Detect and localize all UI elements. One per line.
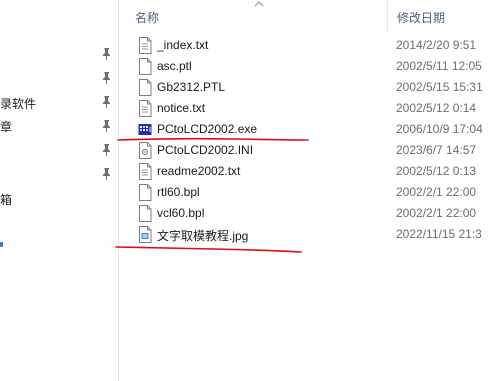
file-name: Gb2312.PTL <box>157 80 226 94</box>
file-row[interactable]: 文字取模教程.jpg 2022/11/15 21:3 <box>119 224 489 245</box>
file-row[interactable]: Gb2312.PTL 2002/5/15 15:31 <box>119 77 489 98</box>
file-name: PCtoLCD2002.INI <box>157 143 254 157</box>
file-name: rtl60.bpl <box>157 185 200 199</box>
column-header-date[interactable]: 修改日期 <box>397 9 445 26</box>
file-name: readme2002.txt <box>157 164 241 178</box>
nav-indicator <box>0 242 3 247</box>
nav-item-label[interactable]: 箱 <box>0 191 12 208</box>
file-date: 2002/2/1 22:00 <box>396 185 477 199</box>
file-row[interactable]: notice.txt 2002/5/12 0:14 <box>119 98 489 119</box>
file-row[interactable]: PCtoLCD2002.exe 2006/10/9 17:04 <box>119 119 489 140</box>
settings-file-icon <box>139 142 152 159</box>
pin-icon[interactable] <box>101 95 113 109</box>
file-date: 2002/5/12 0:14 <box>396 101 477 115</box>
generic-file-icon <box>139 79 152 96</box>
text-file-icon <box>139 37 152 54</box>
generic-file-icon <box>139 205 152 222</box>
text-file-icon <box>139 100 152 117</box>
file-row[interactable]: readme2002.txt 2002/5/12 0:13 <box>119 161 489 182</box>
generic-file-icon <box>139 58 152 75</box>
file-name: _index.txt <box>157 38 209 52</box>
file-row[interactable]: asc.ptl 2002/5/11 12:05 <box>119 56 489 77</box>
pin-icon[interactable] <box>101 119 113 133</box>
column-header-name[interactable]: 名称 <box>135 9 159 26</box>
app-exe-icon <box>138 124 152 135</box>
pin-icon[interactable] <box>101 167 113 181</box>
navigation-pane: 录软件 章 箱 <box>0 0 119 381</box>
image-file-icon <box>139 226 152 243</box>
text-file-icon <box>139 163 152 180</box>
nav-item-label[interactable]: 章 <box>0 118 12 135</box>
generic-file-icon <box>139 184 152 201</box>
column-divider[interactable] <box>387 0 388 32</box>
file-date: 2023/6/7 14:57 <box>396 143 477 157</box>
file-date: 2014/2/20 9:51 <box>396 38 477 52</box>
pin-icon[interactable] <box>101 143 113 157</box>
sort-ascending-icon <box>254 1 264 7</box>
file-date: 2006/10/9 17:04 <box>396 122 483 136</box>
file-row[interactable]: vcl60.bpl 2002/2/1 22:00 <box>119 203 489 224</box>
file-list: _index.txt 2014/2/20 9:51 asc.ptl 2002/5… <box>119 35 489 245</box>
file-date: 2002/5/11 12:05 <box>396 59 482 73</box>
file-row[interactable]: _index.txt 2014/2/20 9:51 <box>119 35 489 56</box>
file-date: 2022/11/15 21:3 <box>396 227 482 241</box>
pin-icon[interactable] <box>101 47 113 61</box>
file-date: 2002/5/15 15:31 <box>396 80 483 94</box>
explorer-window: 录软件 章 箱 名称 修改日期 _index.txt 2014/2/20 9:5… <box>0 0 489 381</box>
file-row[interactable]: rtl60.bpl 2002/2/1 22:00 <box>119 182 489 203</box>
file-name: vcl60.bpl <box>157 206 205 220</box>
file-name: PCtoLCD2002.exe <box>157 122 258 136</box>
file-date: 2002/2/1 22:00 <box>396 206 477 220</box>
file-name: asc.ptl <box>157 59 192 73</box>
nav-item-label[interactable]: 录软件 <box>0 95 36 112</box>
file-row[interactable]: PCtoLCD2002.INI 2023/6/7 14:57 <box>119 140 489 161</box>
pin-icon[interactable] <box>101 71 113 85</box>
file-name: 文字取模教程.jpg <box>157 229 249 243</box>
column-header: 名称 修改日期 <box>119 0 489 32</box>
file-date: 2002/5/12 0:13 <box>396 164 477 178</box>
file-name: notice.txt <box>157 101 206 115</box>
